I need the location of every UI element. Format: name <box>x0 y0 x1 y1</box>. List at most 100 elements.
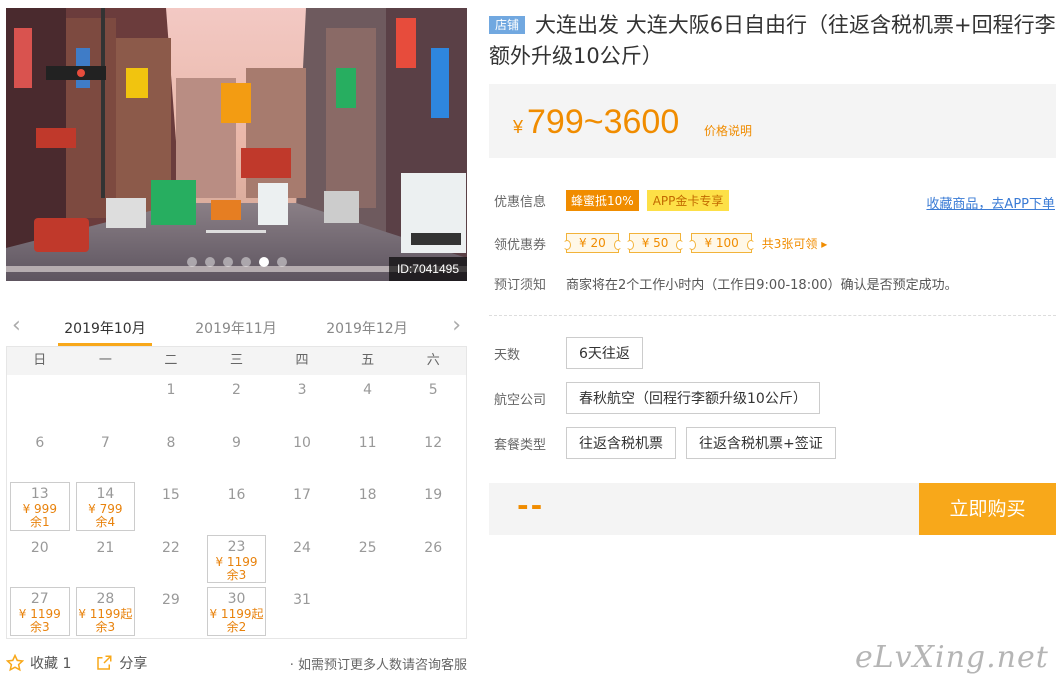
day-number: 25 <box>358 539 377 556</box>
day-number: 18 <box>358 487 377 504</box>
departure-calendar: 日 一 二 三 四 五 六 1 2 3 4 5 6 7 8 9 10 11 12 13 ¥ 999 余1 14… <box>6 346 467 639</box>
buy-bar: -- 立即购买 <box>489 483 1056 535</box>
price-range: ¥799~3600 <box>513 102 679 147</box>
calendar-day: 21 <box>73 533 139 586</box>
airline-option-row: 航空公司 春秋航空（回程行李额升级10公斤） <box>494 382 830 414</box>
coupon-50[interactable]: ¥ 50 <box>625 233 685 253</box>
calendar-day: 4 <box>335 375 401 428</box>
share-icon <box>97 655 112 670</box>
weekday: 六 <box>426 353 440 368</box>
tab-month-1[interactable]: 2019年10月 <box>58 318 152 346</box>
day-number: 9 <box>232 434 241 451</box>
calendar-day: 16 <box>204 480 270 533</box>
package-option-flight-visa[interactable]: 往返含税机票+签证 <box>686 427 836 459</box>
package-option-flight[interactable]: 往返含税机票 <box>566 427 676 459</box>
calendar-day: 15 <box>138 480 204 533</box>
carousel-dot[interactable] <box>276 257 287 267</box>
calendar-day: 2 <box>204 375 270 428</box>
booking-notice-row: 预订须知 商家将在2个工作小时内（工作日9:00-18:00）确认是否预定成功。 <box>494 274 958 293</box>
day-number: 30 <box>227 591 246 608</box>
favorite-app-link[interactable]: 收藏商品，去APP下单 <box>926 193 1055 212</box>
promo-label: 优惠信息 <box>494 195 547 210</box>
day-number: 27 <box>30 591 49 608</box>
day-number: 3 <box>297 382 307 398</box>
favorite-label: 收藏 1 <box>30 656 72 672</box>
coupon-label: 领优惠券 <box>494 237 547 253</box>
calendar-day-available[interactable]: 14 ¥ 799 余4 <box>75 482 136 531</box>
prev-month-arrow-icon[interactable]: ‹ <box>12 315 21 337</box>
calendar-day-available[interactable]: 28 ¥ 1199起 余3 <box>75 587 136 636</box>
day-number: 29 <box>162 592 180 609</box>
day-remaining: 余2 <box>226 620 247 635</box>
yen-symbol: ¥ <box>513 117 524 137</box>
day-number: 10 <box>293 434 311 451</box>
day-number: 11 <box>358 434 377 451</box>
calendar-day: 25 <box>335 533 401 586</box>
calendar-day: 19 <box>400 480 466 533</box>
package-option-row: 套餐类型 往返含税机票 往返含税机票+签证 <box>494 427 846 459</box>
calendar-blank <box>73 375 139 428</box>
app-gold-tag: APP金卡专享 <box>646 190 730 211</box>
weekday: 五 <box>361 353 375 368</box>
calendar-day-available[interactable]: 13 ¥ 999 余1 <box>10 482 70 531</box>
day-number: 6 <box>35 434 45 451</box>
tab-month-2[interactable]: 2019年11月 <box>189 318 283 338</box>
day-remaining: 余1 <box>29 515 50 530</box>
day-number: 8 <box>166 434 176 451</box>
hero-image[interactable]: ID:7041495 <box>6 8 467 281</box>
coupon-count-link[interactable]: 共3张可领 ▸ <box>762 235 827 252</box>
carousel-dot[interactable] <box>258 257 269 267</box>
day-number: 21 <box>96 539 115 556</box>
calendar-day: 20 <box>7 533 73 586</box>
carousel-dot[interactable] <box>240 257 251 267</box>
consult-link[interactable]: · 如需预订更多人数请咨询客服 <box>290 654 467 673</box>
notice-label: 预订须知 <box>494 278 547 293</box>
airline-option[interactable]: 春秋航空（回程行李额升级10公斤） <box>566 382 820 414</box>
day-number: 2 <box>232 382 241 398</box>
day-number: 1 <box>166 382 176 398</box>
weekday: 三 <box>229 353 243 368</box>
day-number: 28 <box>96 591 115 608</box>
calendar-day-available[interactable]: 30 ¥ 1199起 余2 <box>206 587 267 636</box>
favorite-button[interactable]: 收藏 1 <box>6 653 71 673</box>
buy-now-button[interactable]: 立即购买 <box>919 483 1056 535</box>
calendar-day: 29 <box>138 585 204 638</box>
calendar-day-available[interactable]: 27 ¥ 1199 余3 <box>10 587 70 636</box>
next-month-arrow-icon[interactable]: › <box>452 315 461 337</box>
coupon-20[interactable]: ¥ 20 <box>563 233 622 253</box>
airline-label: 航空公司 <box>494 392 547 408</box>
day-number: 5 <box>428 382 438 398</box>
product-title-text: 大连出发 大连大阪6日自由行（往返含税机票+回程行李额外升级10公斤） <box>489 13 1056 68</box>
day-number: 14 <box>96 486 115 503</box>
day-number: 23 <box>227 538 246 555</box>
calendar-day: 11 <box>335 428 401 481</box>
weekday: 二 <box>164 353 178 368</box>
weekday: 日 <box>33 353 47 368</box>
day-number: 22 <box>162 539 180 556</box>
calendar-weekdays: 日 一 二 三 四 五 六 <box>7 347 466 375</box>
day-number: 31 <box>293 592 311 609</box>
carousel-dot[interactable] <box>204 257 215 267</box>
share-button[interactable]: 分享 <box>95 653 147 673</box>
calendar-day: 26 <box>400 533 466 586</box>
share-label: 分享 <box>119 656 148 672</box>
calendar-day-available[interactable]: 23 ¥ 1199 余3 <box>206 534 267 584</box>
price-explain-link[interactable]: 价格说明 <box>704 122 752 139</box>
day-remaining: 余3 <box>95 620 116 635</box>
calendar-day: 10 <box>269 428 335 481</box>
promo-row: 优惠信息 蜂蜜抵10% APP金卡专享 <box>494 190 730 211</box>
tab-month-3[interactable]: 2019年12月 <box>320 318 414 338</box>
days-option[interactable]: 6天往返 <box>566 337 643 369</box>
selected-price-placeholder: -- <box>517 489 545 522</box>
calendar-day: 24 <box>269 533 335 586</box>
product-title: 店铺 大连出发 大连大阪6日自由行（往返含税机票+回程行李额外升级10公斤） <box>489 10 1057 72</box>
product-actions: 收藏 1 分享 · 如需预订更多人数请咨询客服 <box>6 652 467 674</box>
calendar-day: 5 <box>400 375 466 428</box>
coupon-row: 领优惠券 ¥ 20 ¥ 50 ¥ 100 共3张可领 ▸ <box>494 233 827 253</box>
coupon-100[interactable]: ¥ 100 <box>688 233 756 253</box>
carousel-dot[interactable] <box>186 257 197 267</box>
day-number: 19 <box>424 487 443 504</box>
carousel-dot[interactable] <box>222 257 233 267</box>
image-id-label: ID:7041495 <box>388 257 467 281</box>
shop-badge[interactable]: 店铺 <box>489 16 526 34</box>
